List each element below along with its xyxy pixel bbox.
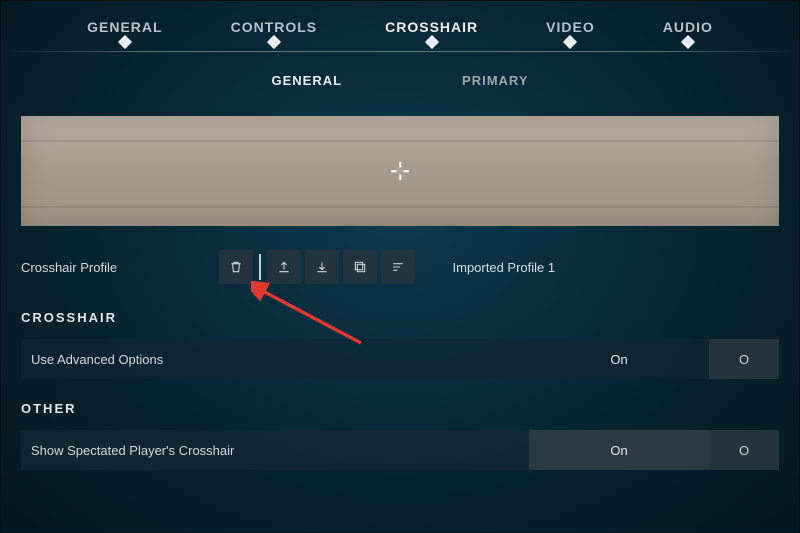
copy-icon bbox=[352, 259, 368, 275]
toggle-off-button[interactable]: O bbox=[709, 430, 779, 470]
toggle-on-button[interactable]: On bbox=[529, 430, 709, 470]
download-icon bbox=[314, 259, 330, 275]
tab-general[interactable]: GENERAL bbox=[87, 19, 162, 41]
subtab-general[interactable]: GENERAL bbox=[271, 73, 342, 88]
tab-label: AUDIO bbox=[663, 19, 713, 35]
crosshair-icon bbox=[391, 162, 409, 180]
tab-controls[interactable]: CONTROLS bbox=[231, 19, 318, 41]
upload-icon bbox=[276, 259, 292, 275]
setting-label: Show Spectated Player's Crosshair bbox=[31, 443, 551, 458]
diamond-icon bbox=[267, 35, 281, 49]
toggle-off-button[interactable]: O bbox=[709, 339, 779, 379]
diamond-icon bbox=[118, 35, 132, 49]
toggle-on-button[interactable]: On bbox=[529, 339, 709, 379]
main-tabs: GENERAL CONTROLS CROSSHAIR VIDEO AUDIO bbox=[1, 1, 799, 51]
tab-video[interactable]: VIDEO bbox=[546, 19, 595, 41]
delete-profile-button[interactable] bbox=[219, 250, 253, 284]
setting-label: Use Advanced Options bbox=[31, 352, 551, 367]
section-header-crosshair: CROSSHAIR bbox=[21, 310, 779, 325]
diamond-icon bbox=[425, 35, 439, 49]
tab-label: CONTROLS bbox=[231, 19, 318, 35]
toggle-group: On O bbox=[529, 430, 779, 470]
edit-lines-icon bbox=[390, 259, 406, 275]
tab-crosshair[interactable]: CROSSHAIR bbox=[385, 19, 478, 41]
diamond-icon bbox=[681, 35, 695, 49]
edit-profile-button[interactable] bbox=[381, 250, 415, 284]
trash-icon bbox=[228, 259, 244, 275]
tab-label: GENERAL bbox=[87, 19, 162, 35]
sub-tabs: GENERAL PRIMARY bbox=[1, 51, 799, 102]
profile-label: Crosshair Profile bbox=[21, 260, 211, 275]
separator bbox=[259, 254, 261, 280]
setting-spectated-crosshair: Show Spectated Player's Crosshair On O bbox=[21, 430, 779, 470]
setting-advanced-options: Use Advanced Options On O bbox=[21, 339, 779, 379]
tab-label: VIDEO bbox=[546, 19, 595, 35]
tab-audio[interactable]: AUDIO bbox=[663, 19, 713, 41]
toggle-group: On O bbox=[529, 339, 779, 379]
subtab-primary[interactable]: PRIMARY bbox=[462, 73, 528, 88]
crosshair-preview bbox=[21, 116, 779, 226]
section-header-other: OTHER bbox=[21, 401, 779, 416]
import-profile-button[interactable] bbox=[305, 250, 339, 284]
profile-value[interactable]: Imported Profile 1 bbox=[453, 260, 556, 275]
tab-label: CROSSHAIR bbox=[385, 19, 478, 35]
duplicate-profile-button[interactable] bbox=[343, 250, 377, 284]
tab-rail bbox=[1, 51, 799, 52]
settings-screen: GENERAL CONTROLS CROSSHAIR VIDEO AUDIO G… bbox=[0, 0, 800, 533]
profile-icon-bar bbox=[219, 246, 419, 288]
crosshair-profile-row: Crosshair Profile Imported Profile 1 bbox=[21, 246, 779, 288]
diamond-icon bbox=[563, 35, 577, 49]
export-profile-button[interactable] bbox=[267, 250, 301, 284]
